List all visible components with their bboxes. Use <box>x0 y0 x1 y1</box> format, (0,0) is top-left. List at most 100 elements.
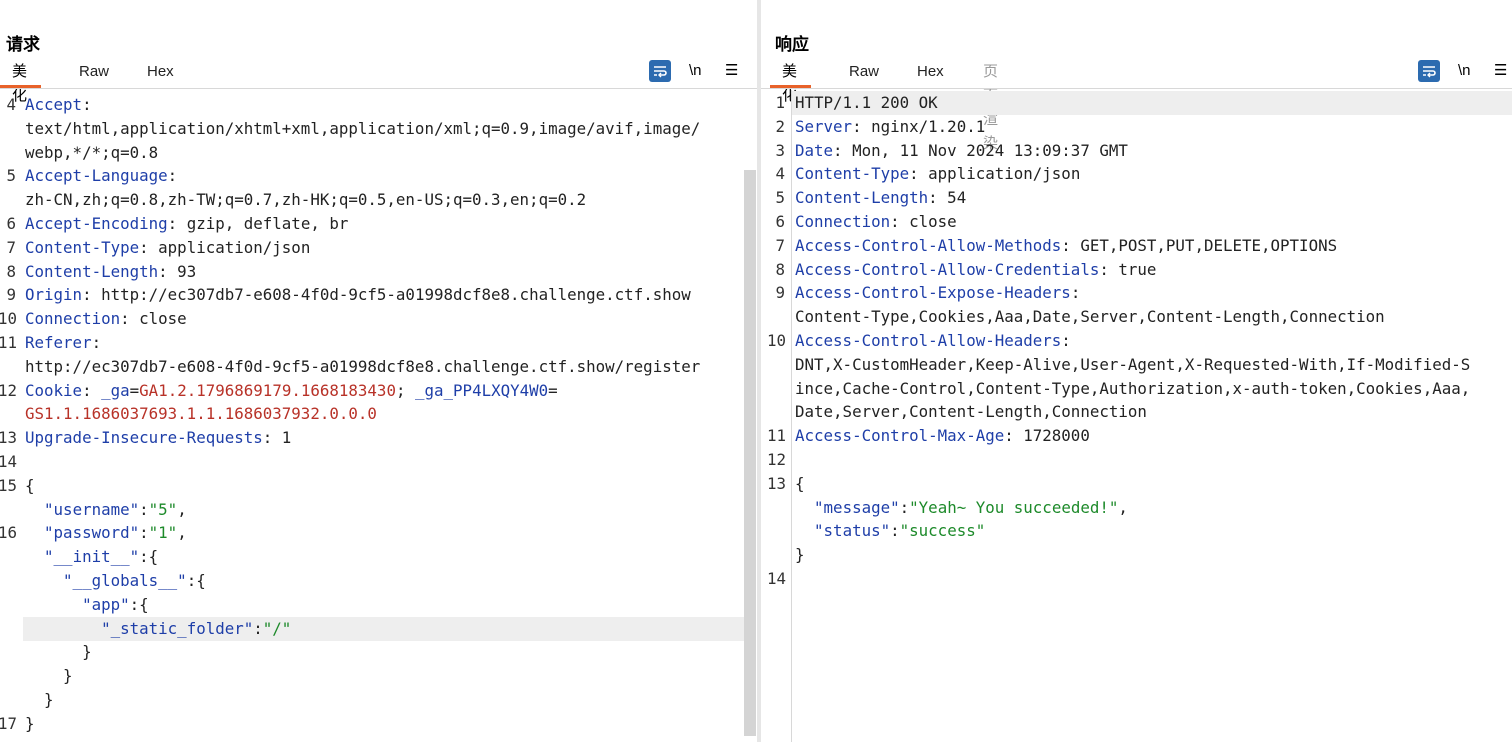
token: = <box>548 380 558 400</box>
token: Content-Type <box>795 164 910 184</box>
line-content: "app":{ <box>25 593 149 617</box>
line-number: 5 <box>6 166 16 186</box>
line-number: 16 <box>0 523 18 543</box>
token: webp,*/*;q=0.8 <box>25 142 159 162</box>
show-newlines-button[interactable]: \n <box>689 60 702 82</box>
code-line: Date,Server,Content-Length,Connection <box>761 400 1512 424</box>
line-content: } <box>25 712 35 736</box>
token: : <box>890 521 900 541</box>
request-title: 请求 <box>6 35 40 54</box>
code-line: 9 Origin: http://ec307db7-e608-4f0d-9cf5-… <box>0 283 757 307</box>
word-wrap-button[interactable] <box>1418 60 1440 82</box>
tab-pretty[interactable]: 美化 <box>769 60 812 104</box>
token: Access-Control-Max-Age <box>795 426 1005 446</box>
token: _ga_PP4LXQY4W0 <box>415 380 549 400</box>
request-scrollbar-thumb[interactable] <box>744 170 756 736</box>
line-number: 12 <box>0 380 18 400</box>
line-number: 7 <box>6 237 16 257</box>
token: _ga <box>101 380 130 400</box>
token: Accept <box>25 95 83 114</box>
line-number: 14 <box>767 569 787 588</box>
line-content: Access-Control-Allow-Credentials: true <box>795 258 1156 282</box>
line-content: Origin: http://ec307db7-e608-4f0d-9cf5-a… <box>25 283 691 307</box>
line-content: } <box>25 688 54 712</box>
line-number: 4 <box>6 95 16 114</box>
word-wrap-button[interactable] <box>649 60 671 82</box>
line-content: text/html,application/xhtml+xml,applicat… <box>25 117 700 141</box>
token: : nginx/1.20.1 <box>852 116 986 136</box>
line-number: 17 <box>0 713 18 733</box>
token: : application/json <box>139 237 311 257</box>
line-content: Accept: <box>25 93 92 117</box>
code-line: 14 <box>761 567 1512 591</box>
line-content: Upgrade-Insecure-Requests: 1 <box>25 426 291 450</box>
line-number: 3 <box>775 140 785 160</box>
token: : <box>253 618 263 638</box>
token: : close <box>120 309 187 329</box>
show-newlines-button[interactable]: \n <box>1458 60 1471 82</box>
token: : gzip, deflate, br <box>167 214 349 233</box>
line-number: 6 <box>6 214 16 233</box>
code-line: 3 Date: Mon, 11 Nov 2024 13:09:37 GMT <box>761 139 1512 163</box>
token: : true <box>1099 259 1157 279</box>
token: "__globals__" <box>63 571 187 590</box>
line-number: 10 <box>767 331 787 350</box>
token: { <box>25 475 35 495</box>
line-content: Access-Control-Max-Age: 1728000 <box>795 424 1090 448</box>
token: GS1.1.1686037693.1.1.1686037932.0.0.0 <box>25 404 377 424</box>
tab-hex[interactable]: Hex <box>147 60 174 84</box>
token: , <box>1118 497 1128 517</box>
token: Connection <box>795 212 891 231</box>
tab-raw[interactable]: Raw <box>849 60 879 84</box>
token: = <box>129 380 140 400</box>
code-line: 4 Accept: <box>0 93 757 117</box>
line-number: 11 <box>767 426 787 446</box>
line-content: Connection: close <box>25 307 187 331</box>
code-line: 9 Access-Control-Expose-Headers: <box>761 281 1512 305</box>
request-panel: 请求 美化 Raw Hex \n ☰ 4 Accept: text/html,app… <box>0 0 757 742</box>
token: } <box>25 690 54 709</box>
code-line: "app":{ <box>0 593 757 617</box>
line-content: { <box>795 472 805 496</box>
response-editor[interactable]: 1 HTTP/1.1 200 OK 2 Server: nginx/1.20.1 3 Da… <box>761 90 1512 742</box>
token: Access-Control-Allow-Headers <box>795 331 1062 350</box>
request-scrollbar[interactable] <box>744 170 756 736</box>
code-line: 5 Accept-Language: <box>0 164 757 188</box>
code-line: 8 Access-Control-Allow-Credentials: true <box>761 258 1512 282</box>
line-content: } <box>795 543 805 567</box>
line-number: 8 <box>775 259 785 279</box>
request-editor[interactable]: 4 Accept: text/html,application/xhtml+xml,… <box>0 90 757 742</box>
code-line: 13 Upgrade-Insecure-Requests: 1 <box>0 426 757 450</box>
token: "_static_folder" <box>101 618 254 638</box>
line-number: 9 <box>775 283 785 303</box>
code-line: 17} <box>0 712 757 736</box>
menu-icon[interactable]: ☰ <box>1494 60 1507 82</box>
menu-icon[interactable]: ☰ <box>725 60 738 82</box>
token: : http://ec307db7-e608-4f0d-9cf5-a01998d… <box>82 285 691 305</box>
line-content: "__init__":{ <box>25 545 158 569</box>
code-line: 15 { <box>0 474 757 498</box>
line-number: 6 <box>775 212 785 231</box>
token: zh-CN,zh;q=0.8,zh-TW;q=0.7,zh-HK;q=0.5,e… <box>25 190 587 210</box>
code-line: } <box>0 664 757 688</box>
line-number: 9 <box>6 285 16 305</box>
code-line: http://ec307db7-e608-4f0d-9cf5-a01998dcf… <box>0 355 757 379</box>
token: } <box>25 713 35 733</box>
tab-hex[interactable]: Hex <box>917 60 944 84</box>
line-number: 12 <box>767 450 787 469</box>
token: "Yeah~ You succeeded!" <box>909 497 1119 517</box>
line-content: "status":"success" <box>795 519 985 543</box>
line-content: "__globals__":{ <box>25 569 206 593</box>
tab-pretty[interactable]: 美化 <box>0 60 42 104</box>
token: Connection <box>25 309 121 329</box>
token: Content-Length <box>795 188 929 208</box>
token: : 1 <box>262 428 292 448</box>
line-content: "password":"1", <box>25 521 187 545</box>
line-content: Referer: <box>25 331 101 355</box>
code-line: 5 Content-Length: 54 <box>761 186 1512 210</box>
tab-raw[interactable]: Raw <box>79 60 109 84</box>
tab-render[interactable]: 页面渲染 <box>983 60 998 152</box>
